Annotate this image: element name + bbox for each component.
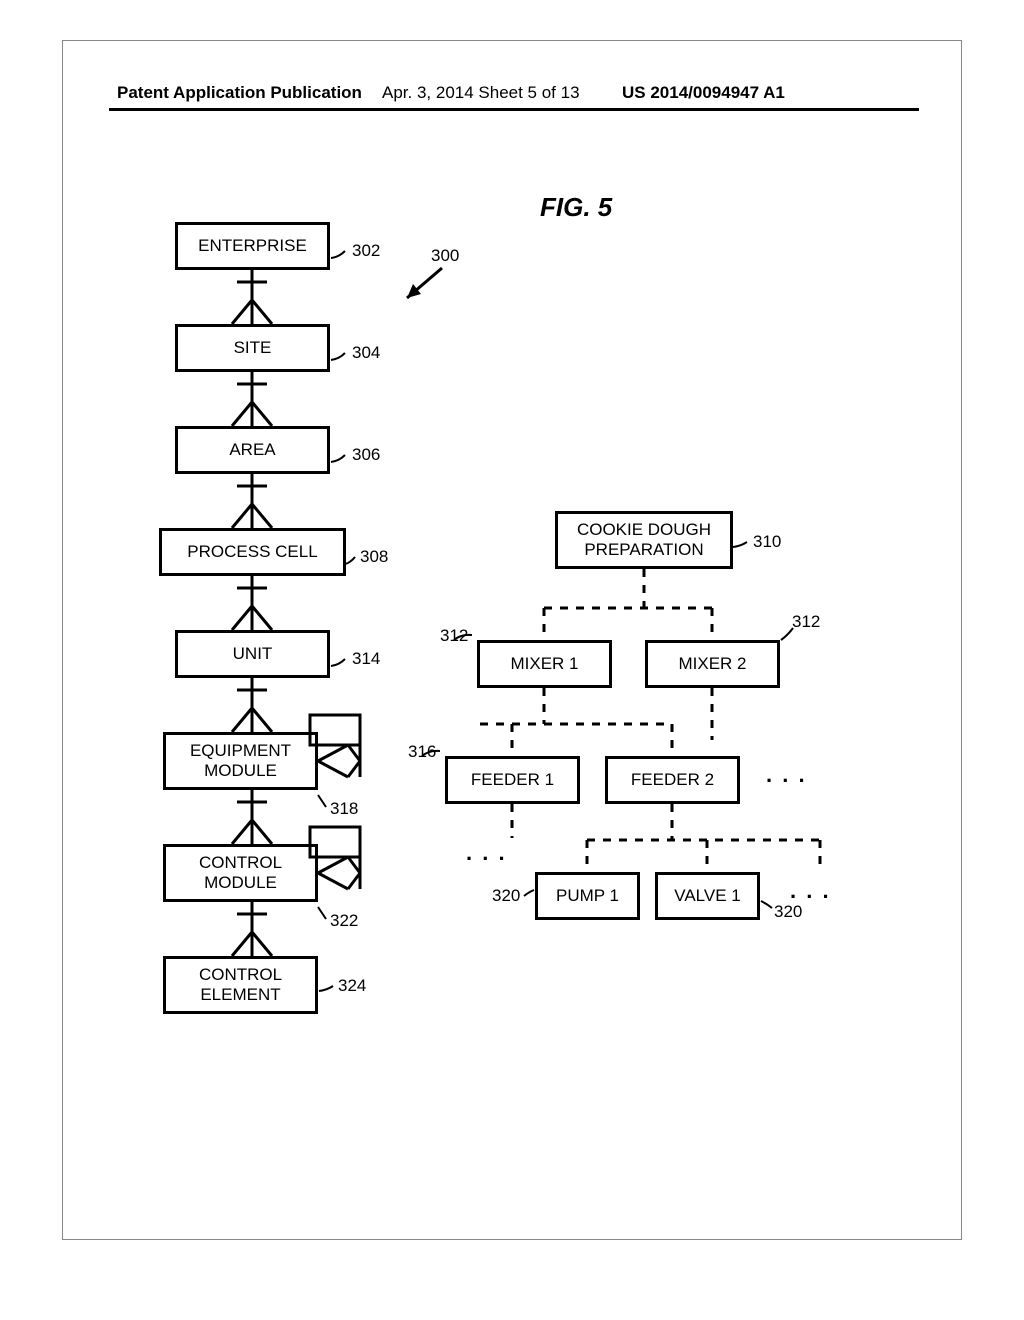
patent-figure-page: Patent Application Publication Apr. 3, 2… — [0, 0, 1024, 1320]
right-connectors — [0, 0, 1024, 1320]
